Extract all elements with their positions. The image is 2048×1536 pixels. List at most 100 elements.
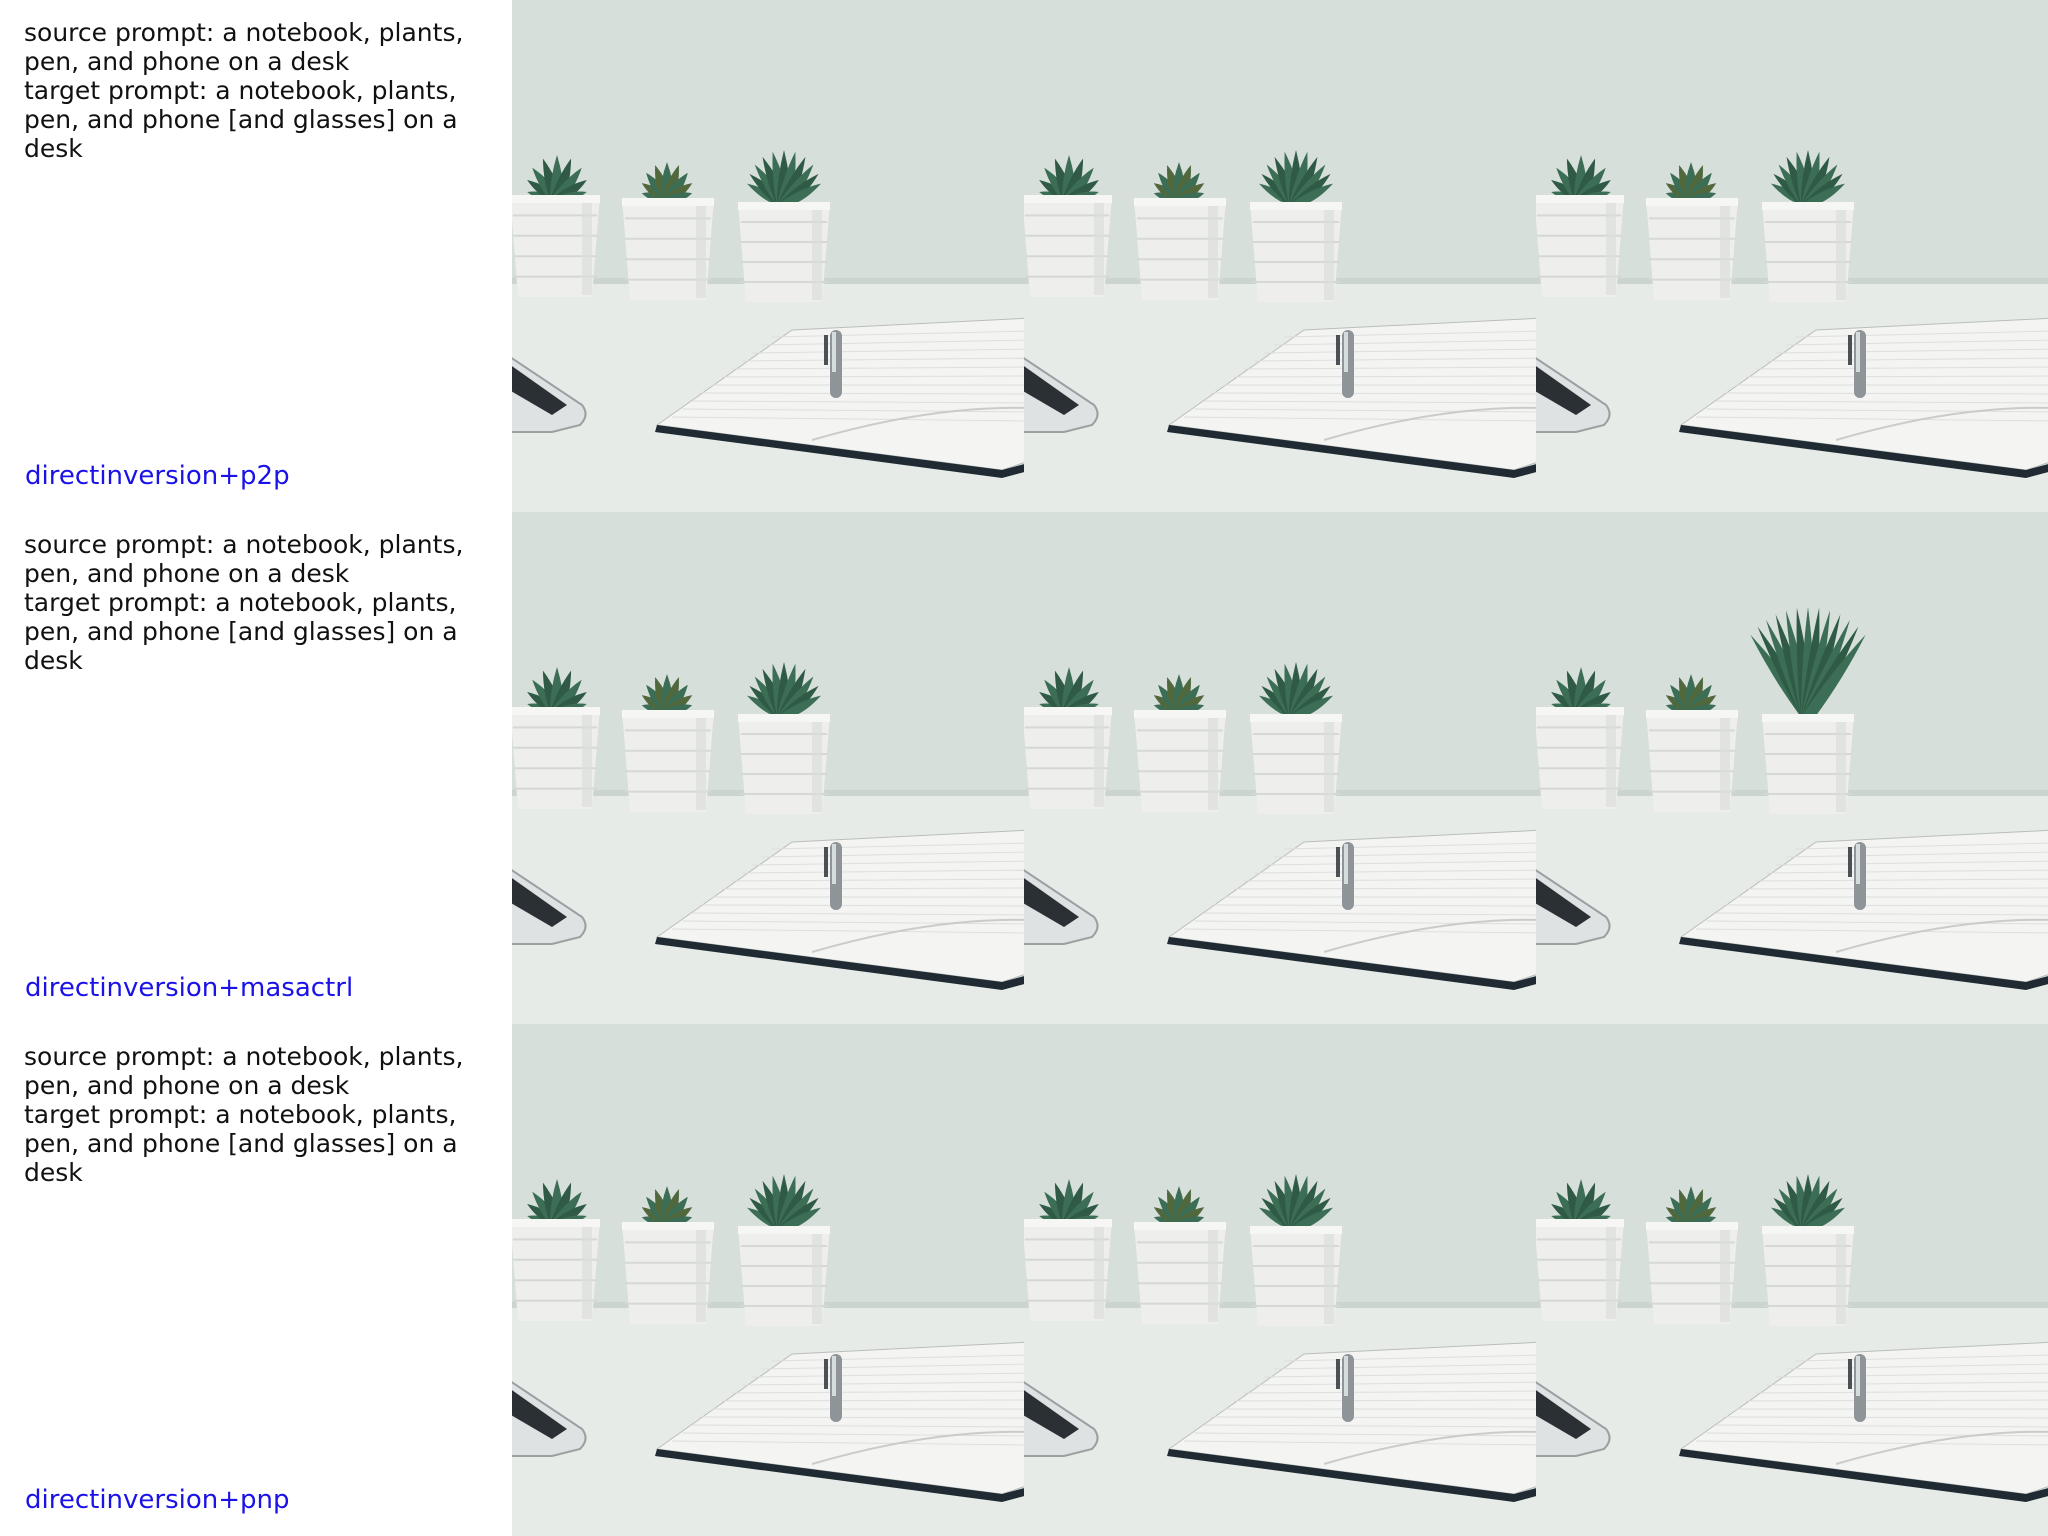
source-prompt: source prompt: a notebook, plants, pen, … — [24, 1042, 464, 1100]
pot-shade — [696, 1230, 706, 1322]
pot — [1250, 202, 1342, 302]
prompt-block: source prompt: a notebook, plants, pen, … — [24, 18, 484, 163]
prompt-block: source prompt: a notebook, plants, pen, … — [24, 530, 484, 675]
pot-shade — [696, 206, 706, 298]
reconstruction-image — [1024, 512, 1536, 1024]
pot — [738, 202, 830, 302]
comparison-grid: source prompt: a notebook, plants, pen, … — [0, 0, 2048, 1536]
pot-shade — [1208, 1230, 1218, 1322]
pot-rim — [1250, 202, 1342, 210]
photo-illustration — [1536, 0, 2048, 512]
pen-clip — [1336, 335, 1340, 365]
pot-rim — [1134, 710, 1226, 718]
pot — [1250, 1226, 1342, 1326]
pot — [1762, 714, 1854, 814]
pot-rim — [1762, 1226, 1854, 1234]
pot — [512, 195, 600, 297]
pot-shade — [812, 1234, 822, 1324]
pot-rim — [738, 1226, 830, 1234]
pot — [1134, 1222, 1226, 1324]
pot-shade — [582, 1227, 592, 1319]
pen-clip — [1336, 1359, 1340, 1389]
pot — [1134, 198, 1226, 300]
label-panel: source prompt: a notebook, plants, pen, … — [0, 512, 512, 1024]
pot-shade — [582, 715, 592, 807]
pot-rim — [622, 198, 714, 206]
pot-shade — [1324, 722, 1334, 812]
source-image — [512, 512, 1024, 1024]
pot-rim — [1536, 195, 1624, 203]
pen-highlight — [1344, 332, 1348, 372]
pot-shade — [1208, 206, 1218, 298]
result-row-masactrl: source prompt: a notebook, plants, pen, … — [0, 512, 2048, 1024]
pot-shade — [1720, 206, 1730, 298]
pen-highlight — [1344, 844, 1348, 884]
photo-illustration — [512, 0, 1024, 512]
photo-illustration — [512, 1024, 1024, 1536]
pot — [512, 1219, 600, 1321]
pot — [1762, 202, 1854, 302]
pot — [1250, 714, 1342, 814]
pot-rim — [512, 1219, 600, 1227]
pot-shade — [1208, 718, 1218, 810]
pot-shade — [1606, 715, 1616, 807]
edited-image — [1536, 1024, 2048, 1536]
pot-rim — [1250, 714, 1342, 722]
pen-clip — [824, 1359, 828, 1389]
pot-rim — [1024, 195, 1112, 203]
pot-shade — [696, 718, 706, 810]
target-prompt: target prompt: a notebook, plants, pen, … — [24, 588, 458, 675]
pen-highlight — [1856, 332, 1860, 372]
result-row-pnp: source prompt: a notebook, plants, pen, … — [0, 1024, 2048, 1536]
pen-clip — [824, 847, 828, 877]
edited-image — [1536, 0, 2048, 512]
pot — [1024, 1219, 1112, 1321]
pot-shade — [1606, 203, 1616, 295]
pot — [1762, 1226, 1854, 1326]
pot-shade — [812, 722, 822, 812]
pot-rim — [1024, 1219, 1112, 1227]
pot-rim — [738, 714, 830, 722]
pen-clip — [1336, 847, 1340, 877]
pen-clip — [824, 335, 828, 365]
pot-rim — [622, 710, 714, 718]
pot-shade — [1836, 1234, 1846, 1324]
pot — [622, 710, 714, 812]
pot-rim — [1536, 707, 1624, 715]
pot-rim — [1762, 714, 1854, 722]
pen-clip — [1848, 1359, 1852, 1389]
photo-illustration — [1024, 0, 1536, 512]
label-panel: source prompt: a notebook, plants, pen, … — [0, 0, 512, 512]
reconstruction-image — [1024, 1024, 1536, 1536]
pot-shade — [1094, 1227, 1104, 1319]
pot — [1024, 195, 1112, 297]
photo-illustration — [1536, 1024, 2048, 1536]
pot-rim — [1646, 1222, 1738, 1230]
source-prompt: source prompt: a notebook, plants, pen, … — [24, 18, 464, 76]
pen-highlight — [832, 1356, 836, 1396]
pot-shade — [1324, 210, 1334, 300]
pen-clip — [1848, 335, 1852, 365]
method-label: directinversion+pnp — [25, 1485, 290, 1515]
pot-rim — [1646, 710, 1738, 718]
pot-rim — [512, 707, 600, 715]
pot — [1536, 707, 1624, 809]
source-image — [512, 1024, 1024, 1536]
reconstruction-image — [1024, 0, 1536, 512]
pot — [622, 1222, 714, 1324]
pen-highlight — [1344, 1356, 1348, 1396]
pot — [738, 1226, 830, 1326]
pot-rim — [1134, 1222, 1226, 1230]
source-prompt: source prompt: a notebook, plants, pen, … — [24, 530, 464, 588]
pot — [1536, 195, 1624, 297]
method-label: directinversion+masactrl — [25, 973, 354, 1003]
result-row-p2p: source prompt: a notebook, plants, pen, … — [0, 0, 2048, 512]
pot-shade — [1094, 715, 1104, 807]
pot-shade — [1324, 1234, 1334, 1324]
pot-rim — [1250, 1226, 1342, 1234]
pot-rim — [738, 202, 830, 210]
pot-rim — [1646, 198, 1738, 206]
pot — [1646, 1222, 1738, 1324]
photo-illustration — [1024, 1024, 1536, 1536]
photo-illustration — [512, 512, 1024, 1024]
